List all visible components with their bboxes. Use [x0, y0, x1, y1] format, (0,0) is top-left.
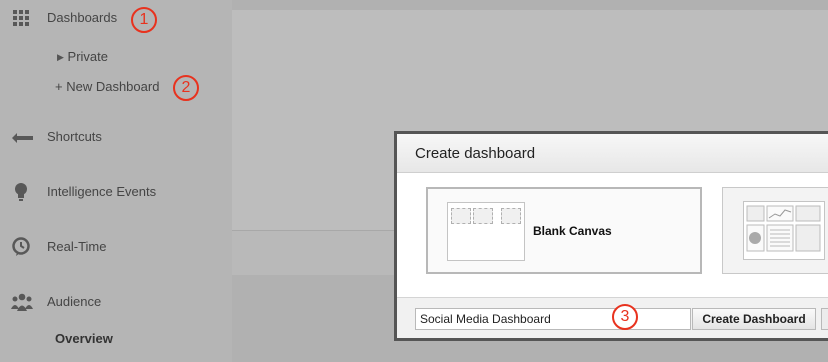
sidebar-item-audience[interactable]: Audience	[0, 290, 232, 314]
placeholder-widget	[501, 208, 521, 224]
new-dashboard-link[interactable]: + New Dashboard	[55, 79, 159, 94]
cancel-button[interactable]	[821, 308, 828, 330]
sidebar: Dashboards ▶ Private + New Dashboard Sho…	[0, 0, 232, 362]
starter-dashboard-thumbnail	[743, 201, 825, 260]
sidebar-item-overview[interactable]: Overview	[55, 331, 113, 346]
shortcut-arrow-icon	[11, 127, 33, 147]
create-dashboard-button[interactable]: Create Dashboard	[692, 308, 816, 330]
people-icon	[11, 292, 33, 312]
sidebar-item-real-time[interactable]: Real-Time	[0, 235, 232, 259]
dashboard-name-input[interactable]	[415, 308, 691, 330]
template-label: Blank Canvas	[533, 224, 612, 238]
sidebar-item-label: Intelligence Events	[47, 184, 157, 199]
template-blank-canvas[interactable]: Blank Canvas	[426, 187, 702, 274]
placeholder-widget	[451, 208, 471, 224]
sidebar-item-shortcuts[interactable]: Shortcuts	[0, 125, 232, 149]
sidebar-item-label: Audience	[47, 294, 102, 309]
sidebar-item-label: Shortcuts	[47, 129, 102, 144]
callout-2: 2	[173, 75, 199, 101]
sidebar-item-intelligence-events[interactable]: Intelligence Events	[0, 180, 232, 204]
lightbulb-icon	[11, 182, 31, 202]
sidebar-item-dashboards[interactable]: Dashboards	[0, 6, 232, 30]
dialog-header: Create dashboard	[397, 134, 828, 173]
blank-canvas-thumbnail	[447, 202, 525, 261]
sidebar-item-label: Private	[67, 49, 109, 64]
grid-icon	[11, 8, 31, 28]
create-dashboard-dialog: Create dashboard Blank Canvas Social Med…	[394, 131, 828, 341]
placeholder-widget	[473, 208, 493, 224]
callout-3: 3	[612, 304, 638, 330]
dialog-title: Create dashboard	[415, 145, 536, 162]
clock-icon	[11, 237, 31, 257]
sidebar-item-label: Dashboards	[47, 10, 118, 25]
caret-right-icon: ▶	[57, 52, 64, 62]
sidebar-item-private[interactable]: ▶ Private	[57, 49, 108, 64]
callout-1: 1	[131, 7, 157, 33]
template-starter-dashboard[interactable]	[722, 187, 828, 274]
sidebar-item-label: Real-Time	[47, 239, 107, 254]
